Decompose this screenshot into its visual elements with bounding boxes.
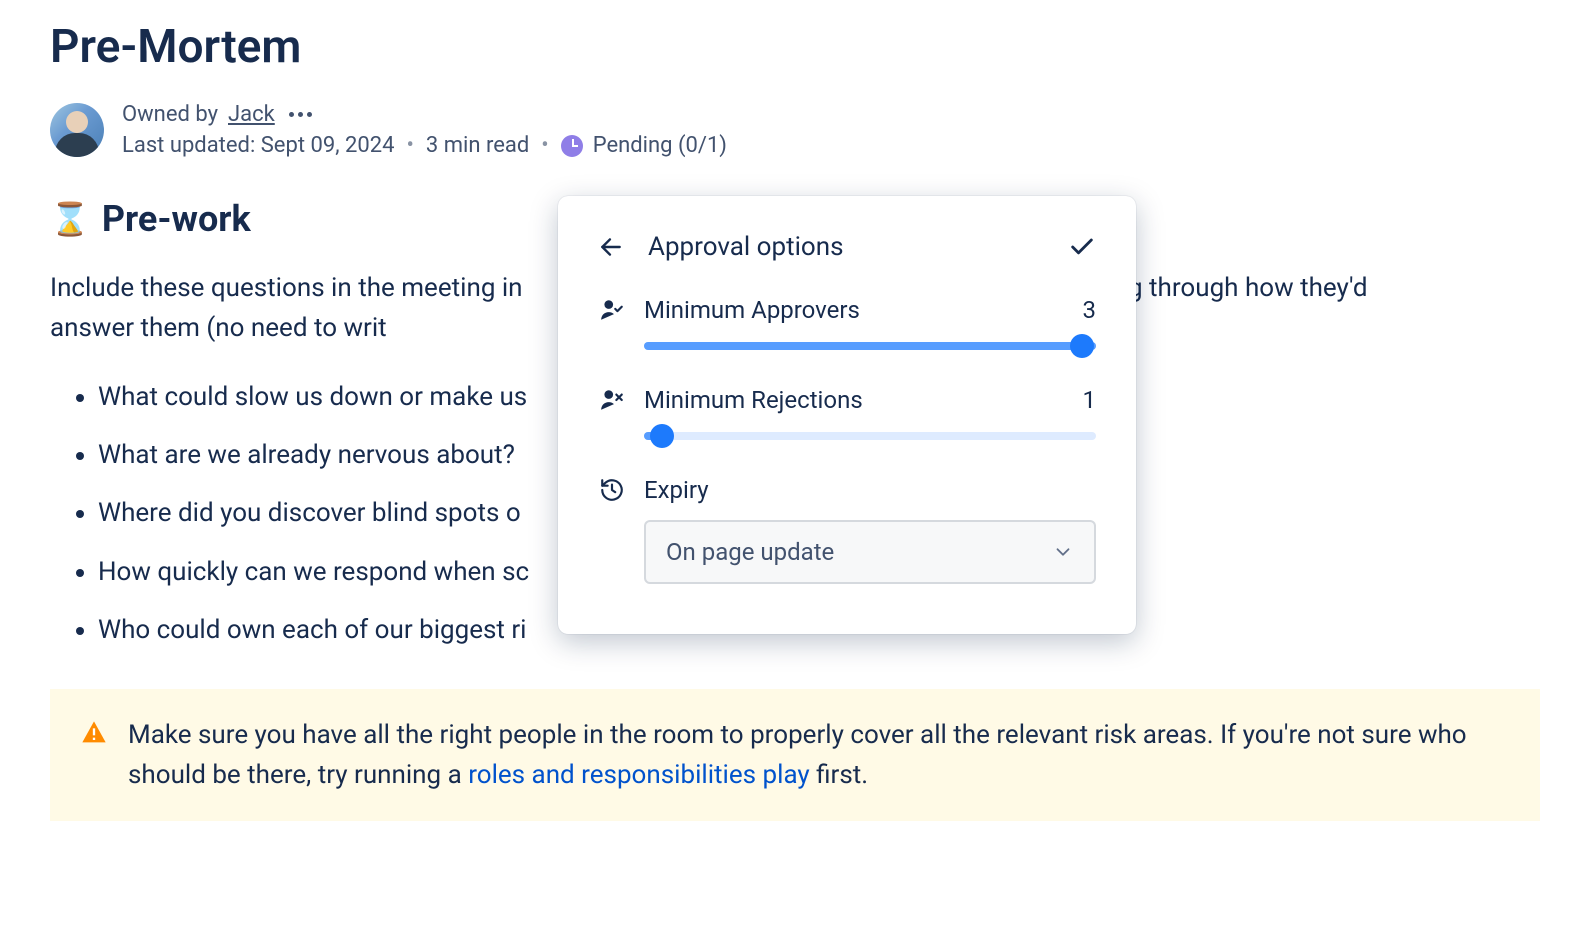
min-rejections-label: Minimum Rejections xyxy=(644,386,1065,414)
popover-title: Approval options xyxy=(648,232,844,262)
min-approvers-slider[interactable] xyxy=(644,334,1096,358)
confirm-button[interactable] xyxy=(1068,233,1096,261)
read-time-text: 3 min read xyxy=(426,133,529,158)
warning-text: Make sure you have all the right people … xyxy=(128,715,1510,796)
approval-options-popover: Approval options Minimum Approvers 3 xyxy=(558,196,1136,634)
page-title: Pre-Mortem xyxy=(50,20,1540,74)
roles-responsibilities-link[interactable]: roles and responsibilities play xyxy=(468,760,810,790)
pending-status-text: Pending (0/1) xyxy=(593,133,727,158)
min-approvers-value: 3 xyxy=(1083,296,1097,324)
warning-icon xyxy=(80,719,108,759)
owner-link[interactable]: Jack xyxy=(228,102,275,127)
more-actions-icon[interactable] xyxy=(285,108,316,121)
page-meta: Owned by Jack Last updated: Sept 09, 202… xyxy=(50,102,1540,158)
history-icon xyxy=(598,477,626,503)
clock-icon xyxy=(561,135,583,157)
min-approvers-label: Minimum Approvers xyxy=(644,296,1065,324)
expiry-row: Expiry On page update xyxy=(598,476,1096,584)
person-check-icon xyxy=(598,297,626,323)
expiry-select[interactable]: On page update xyxy=(644,520,1096,584)
chevron-down-icon xyxy=(1052,541,1074,563)
expiry-label: Expiry xyxy=(644,476,709,504)
expiry-selected-value: On page update xyxy=(666,538,834,566)
last-updated-text: Last updated: Sept 09, 2024 xyxy=(122,133,394,158)
warning-panel: Make sure you have all the right people … xyxy=(50,689,1540,822)
person-x-icon xyxy=(598,387,626,413)
meta-separator: • xyxy=(406,133,413,158)
back-button[interactable] xyxy=(598,234,624,260)
section-heading-text: Pre-work xyxy=(102,198,251,240)
approval-status-button[interactable]: Pending (0/1) xyxy=(561,133,727,158)
owner-avatar[interactable] xyxy=(50,103,104,157)
meta-separator: • xyxy=(541,133,548,158)
min-rejections-value: 1 xyxy=(1083,386,1097,414)
min-rejections-row: Minimum Rejections 1 xyxy=(598,386,1096,448)
min-approvers-row: Minimum Approvers 3 xyxy=(598,296,1096,358)
owned-by-label: Owned by xyxy=(122,102,218,127)
hourglass-icon: ⌛ xyxy=(50,203,90,235)
min-rejections-slider[interactable] xyxy=(644,424,1096,448)
